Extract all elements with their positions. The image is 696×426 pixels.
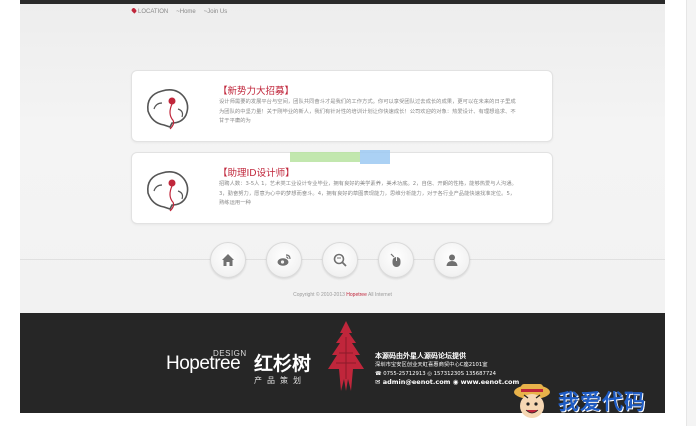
job-card-recruitment: 【新势力大招募】 设计师需要的发展平台与空间，团队共同奋斗才是我们的工作方式。你… [131, 70, 553, 142]
copyright-suffix: All Internet [367, 292, 392, 298]
location-pin-icon [130, 7, 138, 14]
job-title: 【助理ID设计师】 [218, 168, 295, 179]
sperm-head-icon [146, 171, 189, 212]
copyright-text: Copyright © 2010-2013 Hopetree All Inter… [20, 292, 665, 298]
weibo-circle-button[interactable] [266, 242, 302, 278]
job-description: 招聘人数：3-5人 1，艺术类工业设计专业毕业，拥有良好的美学素养，美术功底。2… [219, 181, 517, 206]
tree-emblem-icon [328, 321, 364, 391]
circle-nav [210, 242, 470, 278]
mascot-icon [514, 384, 550, 418]
vertical-scrollbar[interactable] [686, 0, 696, 426]
mouse-circle-button[interactable] [378, 242, 414, 278]
main-content: LOCATION ~Home ~Join Us 【新势力大招募】 设计师需要的发… [20, 4, 665, 313]
breadcrumb: LOCATION ~Home ~Join Us [130, 7, 228, 15]
contact-info: 本源码由外星人源码论坛提供 深圳市宝安区创业天虹喜惠商贸中心C座2101室 ☎ … [375, 351, 519, 387]
highlight-blue [360, 150, 390, 164]
address-text: 深圳市宝安区创业天虹喜惠商贸中心C座2101室 [375, 362, 488, 368]
user-icon [446, 254, 458, 266]
search-circle-button[interactable] [322, 242, 358, 278]
phone-text: ☎ 0755-25712913 ◎ 15731230S 135687724 [375, 370, 496, 377]
source-provider-text: 本源码由外星人源码论坛提供 [375, 352, 466, 360]
logo-subtitle: 产品策划 [254, 376, 306, 385]
home-circle-button[interactable] [210, 242, 246, 278]
copyright-brand: Hopetree [346, 292, 367, 298]
job-title: 【新势力大招募】 [218, 86, 295, 97]
email-website-text[interactable]: ✉ admin@eenot.com ◉ www.eenot.com [375, 378, 519, 387]
location-label: LOCATION [130, 7, 168, 15]
logo-brand-en: Hopetree [166, 353, 241, 374]
watermark: 我爱代码 [508, 376, 696, 426]
home-icon [222, 254, 234, 266]
search-icon [333, 253, 347, 267]
job-description: 设计师需要的发展平台与空间，团队共同奋斗才是我们的工作方式。你可以享受团队过去成… [219, 99, 516, 124]
sperm-head-icon [146, 89, 189, 130]
page: LOCATION ~Home ~Join Us 【新势力大招募】 设计师需要的发… [0, 0, 696, 426]
copyright-prefix: Copyright © 2010-2013 [293, 292, 345, 298]
watermark-text: 我爱代码 [558, 389, 646, 414]
breadcrumb-home-link[interactable]: ~Home [176, 9, 196, 15]
logo-brand-cn: 红杉树 [254, 353, 312, 375]
weibo-icon [277, 254, 291, 266]
mouse-icon [390, 253, 401, 267]
selection-highlight [290, 150, 390, 164]
user-circle-button[interactable] [434, 242, 470, 278]
breadcrumb-current[interactable]: ~Join Us [204, 9, 228, 15]
highlight-green [290, 152, 360, 162]
